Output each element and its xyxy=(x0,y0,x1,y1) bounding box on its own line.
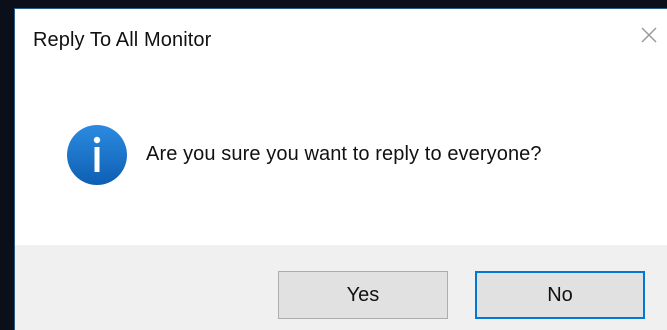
window-title: Reply To All Monitor xyxy=(33,29,212,51)
dialog-body: Are you sure you want to reply to everyo… xyxy=(15,71,667,245)
dialog-message: Are you sure you want to reply to everyo… xyxy=(146,143,542,165)
no-button[interactable]: No xyxy=(475,271,645,319)
close-button[interactable] xyxy=(631,19,667,55)
dialog-button-bar: Yes No xyxy=(15,245,667,330)
close-icon xyxy=(640,26,658,49)
desktop-background: Reply To All Monitor Are you sure you wa… xyxy=(0,0,667,330)
info-icon xyxy=(66,124,128,186)
title-bar[interactable]: Reply To All Monitor xyxy=(15,9,667,71)
yes-button[interactable]: Yes xyxy=(278,271,448,319)
message-dialog: Reply To All Monitor Are you sure you wa… xyxy=(14,8,667,330)
